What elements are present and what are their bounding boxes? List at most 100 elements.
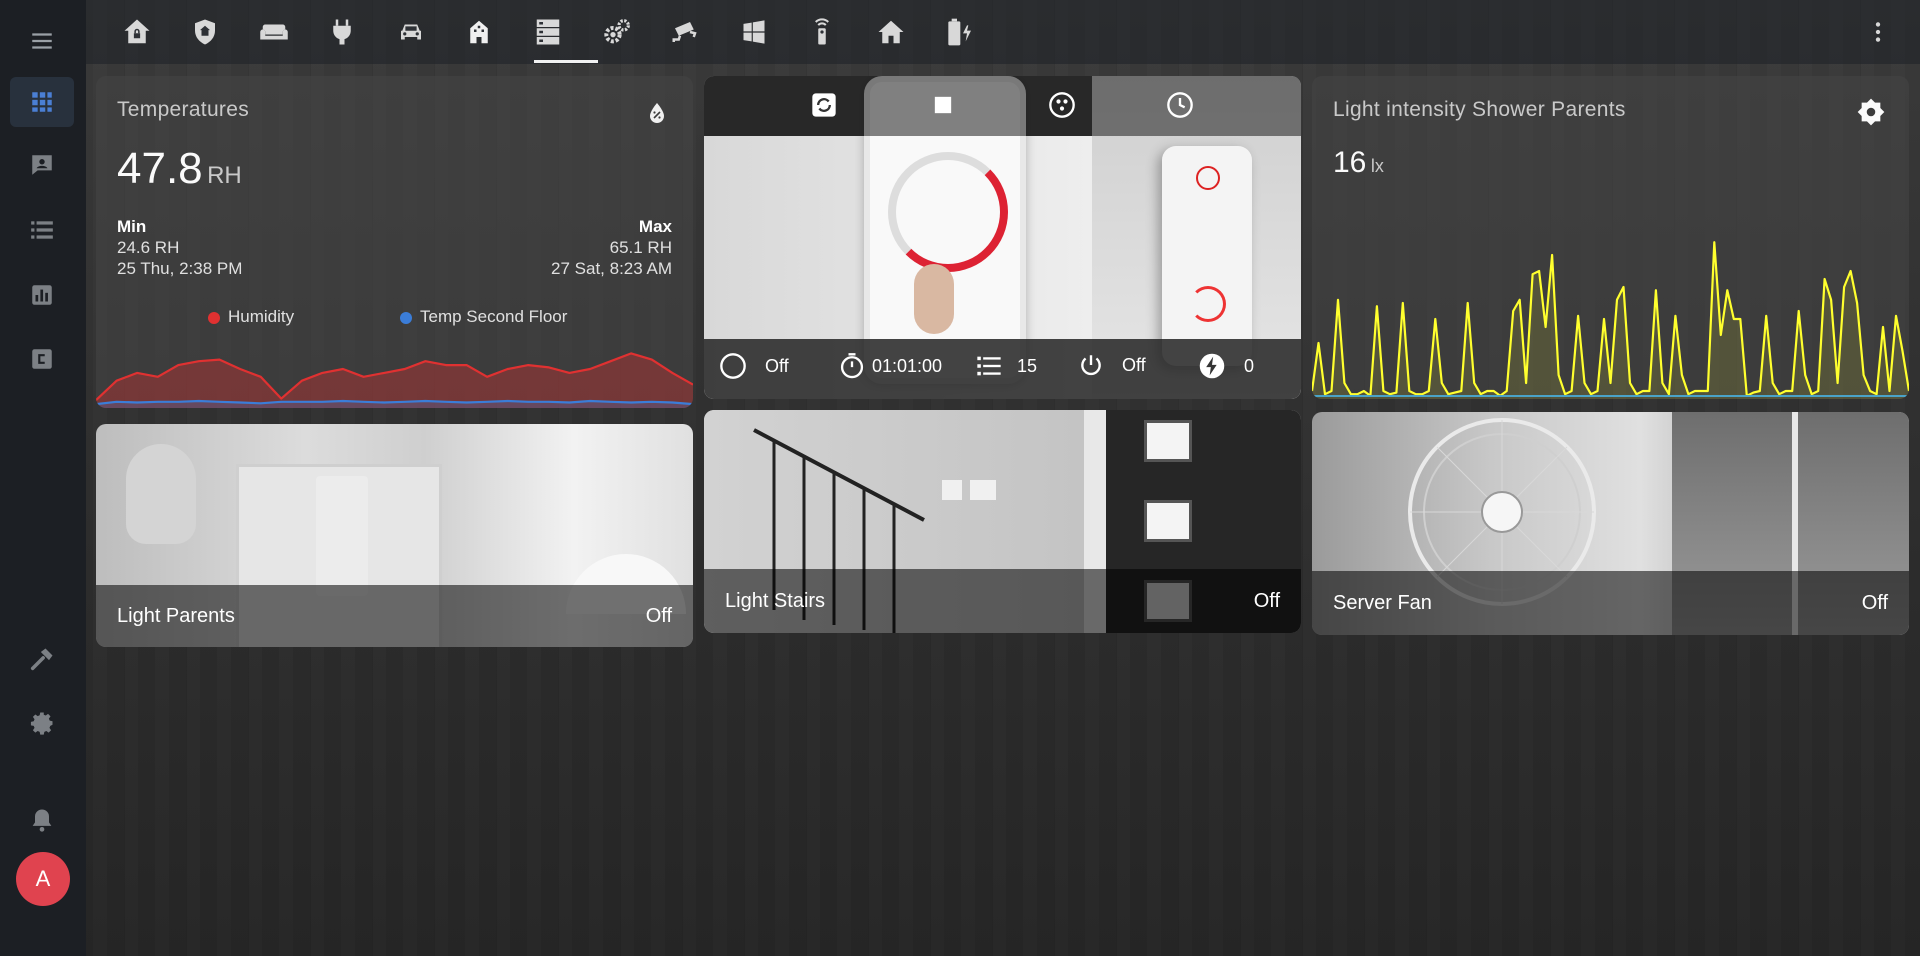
dots-circle-icon [1049,92,1075,118]
min-value: 24.6 RH [117,238,180,257]
tab-cameras[interactable] [665,12,705,52]
stop-button[interactable] [929,91,957,119]
legend-dot [208,311,220,324]
list-control[interactable]: 15 [975,352,1037,380]
hand [914,264,954,334]
tab-car[interactable] [391,12,431,52]
menu-icon[interactable] [10,18,74,64]
tab-servers[interactable] [528,12,568,52]
tab-house[interactable] [871,12,911,52]
tab-energy[interactable] [939,12,979,52]
legend-label: Temp Second Floor [420,307,568,326]
timer-switch-card[interactable] [704,76,1301,399]
house-icon [878,20,904,44]
sofa-icon [260,24,288,40]
max-label: Max [638,217,672,236]
power-icon [1081,355,1101,376]
entity-name: Light Parents [117,604,235,627]
switch-button [1190,286,1226,322]
sidebar-item-history[interactable] [10,270,74,320]
legend-item-humidity[interactable]: Humidity [208,307,294,327]
timer-dial [888,152,1008,272]
tab-building[interactable] [459,12,499,52]
view-tabs-toolbar [86,0,1920,64]
min-time: 25 Thu, 2:38 PM [117,259,243,278]
entity-bar: Server Fan Off [1312,571,1909,635]
legend-item-temp-second-floor[interactable]: Temp Second Floor [400,307,567,327]
entity-name: Server Fan [1333,591,1432,614]
dots-vertical-icon [1875,22,1881,42]
overflow-menu-button[interactable] [1858,12,1898,52]
cctv-icon [672,22,697,42]
current-value: 16 [1333,146,1367,179]
tab-remote[interactable] [802,12,842,52]
tab-home-lock[interactable] [117,12,157,52]
light-intensity-card[interactable]: Light intensity Shower Parents 16 lx [1312,76,1909,399]
light-stairs-card[interactable]: Light Stairs Off [704,410,1301,633]
power-control[interactable]: Off [1078,352,1146,378]
list-icon [977,356,1001,376]
max-time: 27 Sat, 8:23 AM [551,259,672,278]
door-window [1144,500,1192,542]
building-icon [470,20,488,44]
control-value: 01:01:00 [872,355,943,376]
timer-control[interactable]: 01:01:00 [838,352,942,380]
entity-state: Off [1861,591,1888,614]
timer-icon [840,353,864,379]
sidebar: A [0,0,86,956]
tab-automation[interactable] [597,12,637,52]
hammer-icon [30,648,53,671]
remote-icon [815,18,829,45]
sidebar-item-logbook[interactable] [10,205,74,255]
server-fan-card[interactable]: Server Fan Off [1312,412,1909,635]
clock-icon [1167,92,1193,118]
control-value: 0 [1244,355,1255,376]
scenes-button[interactable] [1048,91,1076,119]
current-unit: lx [1370,156,1384,176]
light-intensity-chart [1312,241,1909,399]
wall-switch [970,480,996,500]
tab-power[interactable] [322,12,362,52]
water-percent-icon [645,100,669,126]
card-title: Light intensity Shower Parents [1333,98,1626,121]
brightness-icon [1855,96,1887,128]
energy-control[interactable]: 0 [1198,352,1254,380]
light-parents-card[interactable]: Light Parents Off [96,424,693,647]
timer-refresh-button[interactable] [810,91,838,119]
humidity-series-area [96,353,693,408]
theme-icon [720,353,746,379]
control-value: 15 [1017,355,1038,376]
control-value: Off [765,355,789,376]
sidebar-item-overview[interactable] [10,77,74,127]
chat-icon [32,155,52,175]
entity-state: Off [1253,589,1280,612]
card-title: Temperatures [117,98,249,121]
sidebar-item-chat[interactable] [10,140,74,190]
temperatures-card[interactable]: Temperatures 47.8 RH Min 24.6 RH 25 Thu,… [96,76,693,408]
home-lock-icon [124,19,150,44]
power-plug-icon [333,19,351,45]
sidebar-item-notifications[interactable] [10,795,74,845]
sidebar-item-code[interactable] [10,334,74,384]
battery-charging-icon [948,18,971,46]
tab-windows[interactable] [734,12,774,52]
schedule-button[interactable] [1166,91,1194,119]
sidebar-item-developer-tools[interactable] [10,634,74,684]
server-icon [536,19,560,45]
flash-icon [1199,353,1225,379]
cogs-icon [604,19,630,44]
tab-security[interactable] [185,12,225,52]
legend-dot [400,311,412,324]
car-icon [401,24,421,40]
tab-living-room[interactable] [254,12,294,52]
shield-home-icon [195,19,215,45]
sidebar-item-settings[interactable] [10,698,74,748]
avatar[interactable]: A [16,852,70,906]
theme-control[interactable]: Off [719,352,789,380]
grid-icon [32,92,52,112]
current-unit: RH [207,162,242,189]
door-window [1144,420,1192,462]
list-icon [31,221,53,239]
wifi-indicator [1196,166,1220,190]
control-value: Off [1122,354,1146,375]
